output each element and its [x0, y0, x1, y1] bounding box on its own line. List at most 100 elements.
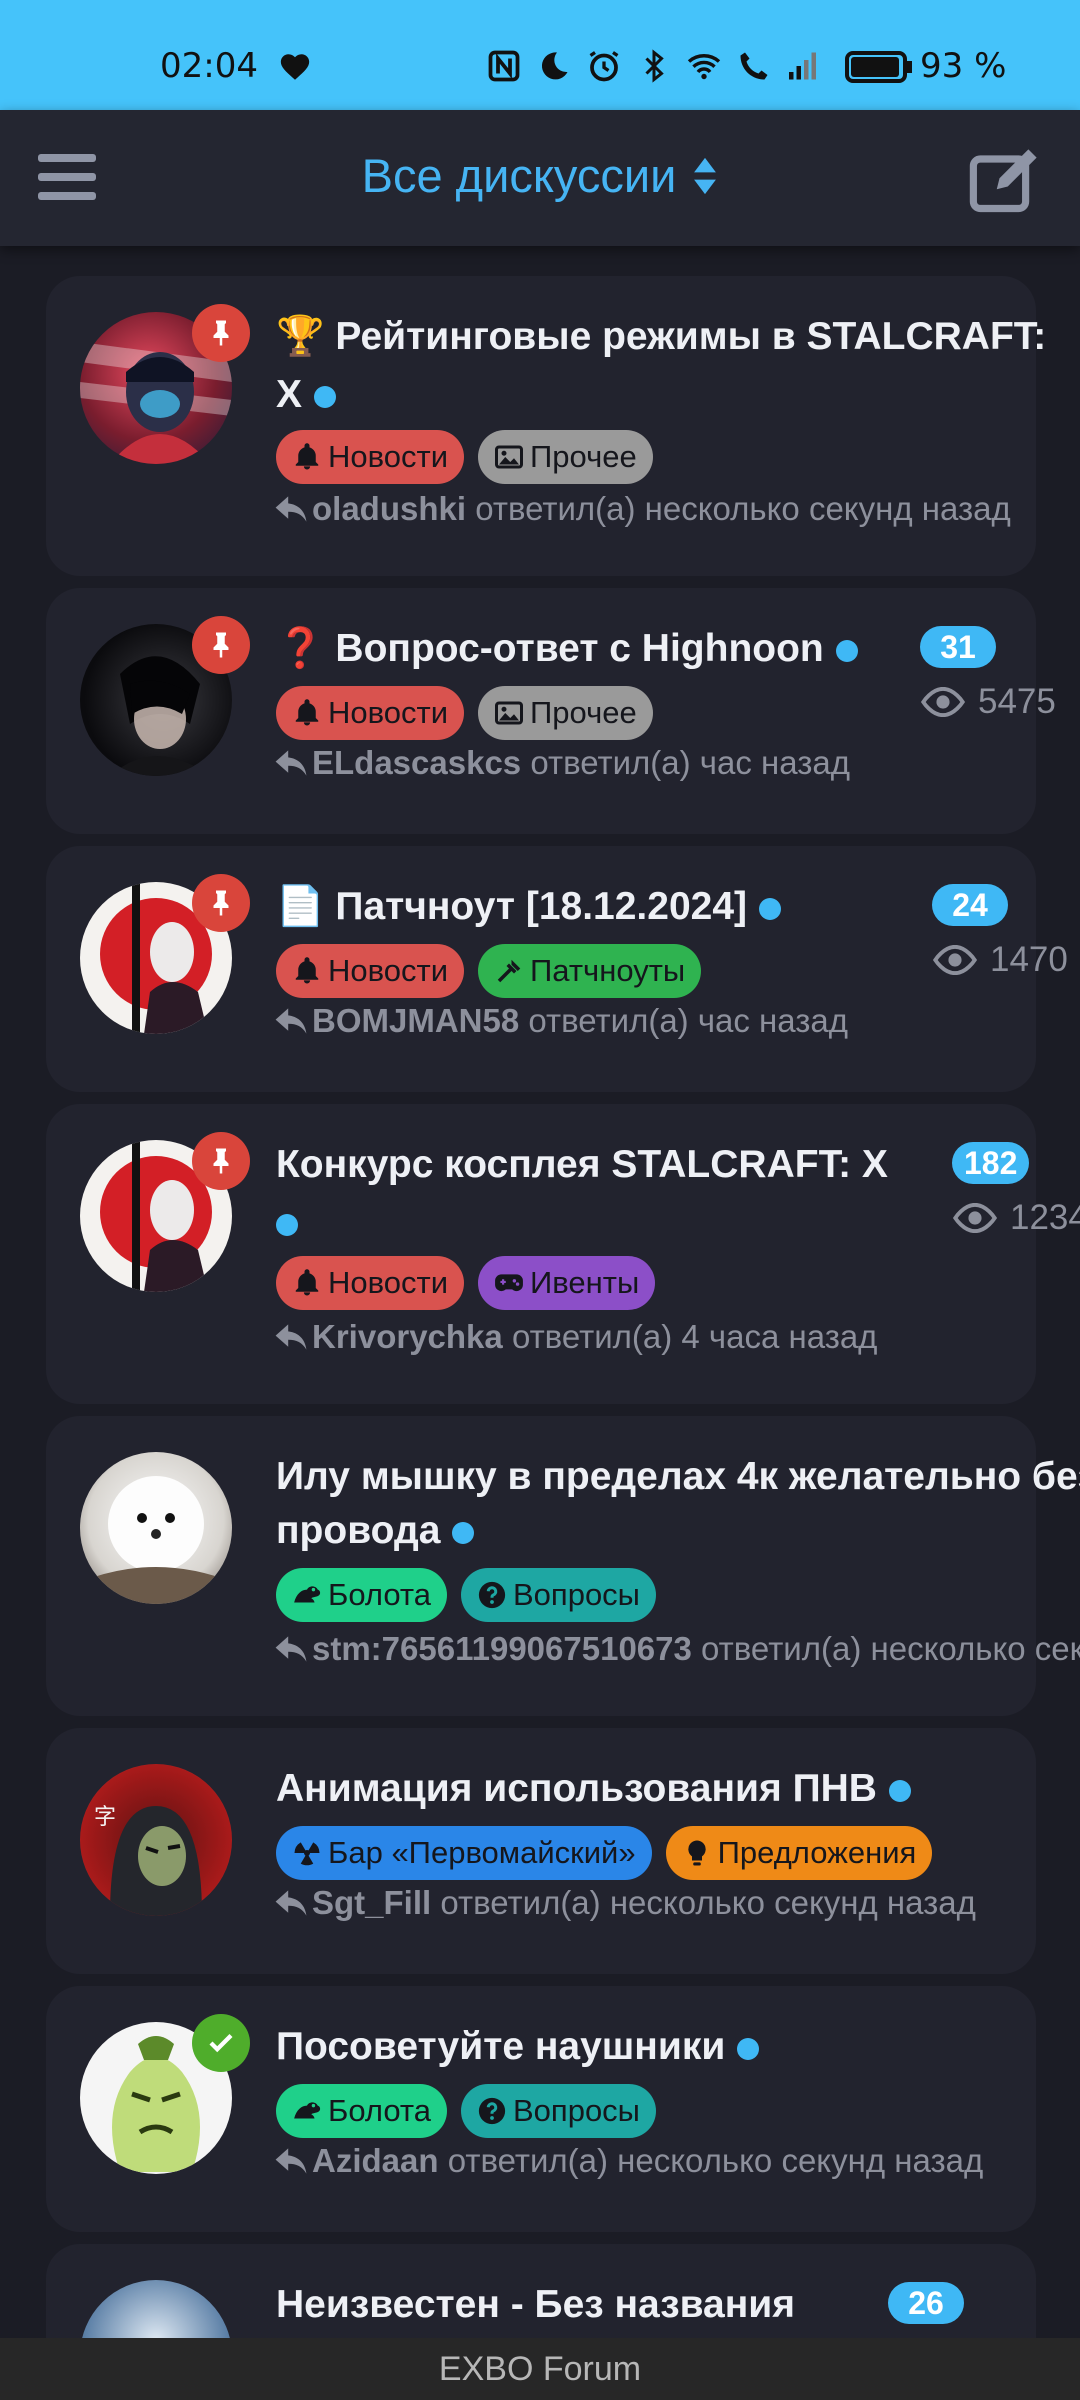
reply-icon — [275, 1636, 307, 1662]
reply-user[interactable]: oladushki — [312, 490, 466, 527]
battery-icon — [845, 51, 912, 83]
last-reply: ELdascaskcs ответил(а) час назад — [274, 744, 850, 782]
view-count: 1234 — [952, 1198, 1080, 1238]
last-reply: stm:76561199067510673 ответил(а) несколь… — [274, 1630, 1080, 1668]
tag-news[interactable]: Новости — [276, 686, 465, 740]
tag-questions[interactable]: Вопросы — [461, 1568, 656, 1622]
pinned-badge — [192, 874, 250, 932]
discussion-item[interactable]: 🏆 Рейтинговые режимы в STALCRAFT: X Ново… — [46, 276, 1046, 576]
frog-icon — [294, 1586, 321, 1603]
tag-swamps[interactable]: Болота — [276, 2084, 447, 2138]
last-reply: Sgt_Fill ответил(а) несколько секунд наз… — [274, 1884, 976, 1922]
wifi-call-icon — [740, 52, 768, 80]
tag-suggestions[interactable]: Предложения — [665, 1826, 933, 1880]
reply-user[interactable]: ELdascaskcs — [312, 744, 521, 781]
solved-badge — [192, 2014, 250, 2072]
bell-icon — [295, 1269, 319, 1296]
alarm-icon — [589, 51, 619, 82]
gamepad-icon — [495, 1274, 523, 1292]
image-icon — [495, 701, 524, 725]
trophy-icon: 🏆 — [276, 315, 325, 358]
reply-icon — [275, 1890, 307, 1916]
reply-icon — [275, 1324, 307, 1350]
reply-user[interactable]: Krivorychka — [312, 1318, 503, 1355]
pinned-badge — [192, 304, 250, 362]
bell-icon — [295, 699, 319, 726]
reply-user[interactable]: stm:76561199067510673 — [312, 1630, 692, 1667]
question-emoji-icon: ❓ — [276, 627, 325, 670]
tag-news[interactable]: Новости — [276, 430, 465, 484]
tag-swamps[interactable]: Болота — [276, 1568, 447, 1622]
pinned-badge — [192, 1132, 250, 1190]
pin-icon — [213, 890, 229, 916]
tag-patchnotes[interactable]: Патчноуты — [478, 944, 702, 998]
unread-line — [276, 1194, 298, 1252]
discussion-list: 🏆 Рейтинговые режимы в STALCRAFT: X Ново… — [46, 276, 1080, 2338]
discussion-title[interactable]: ❓ Вопрос-ответ с Highnoon — [276, 620, 858, 678]
question-icon — [478, 2097, 506, 2125]
view-count: 1470 — [932, 940, 1068, 980]
app-footer: EXBO Forum — [0, 2338, 1080, 2400]
tag-other[interactable]: Прочее — [478, 430, 653, 484]
view-count: 5475 — [920, 682, 1056, 722]
sort-icon — [694, 157, 717, 195]
avatar — [80, 1452, 232, 1604]
discussion-title[interactable]: Конкурс косплея STALCRAFT: X — [276, 1136, 888, 1194]
last-reply: Krivorychka ответил(а) 4 часа назад — [274, 1318, 877, 1356]
discussion-title[interactable]: Посоветуйте наушники — [276, 2018, 760, 2076]
tag-questions[interactable]: Вопросы — [461, 2084, 656, 2138]
last-reply: oladushki ответил(а) несколько секунд на… — [274, 490, 1011, 528]
discussion-title-line2[interactable]: X — [276, 366, 337, 424]
discussion-item[interactable]: Неизвестен - Без названия 26 — [46, 2244, 1036, 2338]
unread-dot — [759, 898, 782, 920]
wifi-icon — [687, 54, 721, 80]
status-bar: 02:04 93 % — [0, 0, 1080, 110]
discussion-item[interactable]: 📄 Патчноут [18.12.2024] Новости Патчноут… — [46, 846, 1068, 1092]
reply-icon — [275, 1008, 307, 1034]
tag-bar[interactable]: Бар «Первомайский» — [276, 1826, 652, 1880]
tag-other[interactable]: Прочее — [478, 686, 653, 740]
bluetooth-icon — [645, 49, 664, 83]
tag-events[interactable]: Ивенты — [478, 1256, 656, 1310]
tag-news[interactable]: Новости — [276, 1256, 465, 1310]
compose-icon[interactable] — [968, 148, 1042, 214]
tools-icon — [497, 959, 521, 983]
eye-icon — [952, 1202, 998, 1234]
discussion-item[interactable]: Конкурс косплея STALCRAFT: X Новости Иве… — [46, 1104, 1080, 1404]
status-time: 02:04 — [160, 46, 258, 86]
pinned-badge — [192, 616, 250, 674]
discussion-item[interactable]: Посоветуйте наушники Болота Вопросы Azid… — [46, 1986, 1036, 2232]
last-reply: BOMJMAN58 ответил(а) час назад — [274, 1002, 848, 1040]
tag-news[interactable]: Новости — [276, 944, 465, 998]
discussion-item[interactable]: Илу мышку в пределах 4к желательно без п… — [46, 1416, 1080, 1716]
reply-count-badge: 182 — [952, 1142, 1030, 1184]
discussion-item[interactable]: 字 Анимация использования ПНВ Бар «Первом… — [46, 1728, 1036, 1974]
discussion-item[interactable]: ❓ Вопрос-ответ с Highnoon Новости Прочее… — [46, 588, 1056, 834]
reply-user[interactable]: Azidaan — [312, 2142, 439, 2179]
reply-count-badge: 24 — [932, 884, 1008, 926]
svg-text:字: 字 — [94, 1805, 116, 1830]
unread-dot — [835, 640, 858, 662]
reply-user[interactable]: Sgt_Fill — [312, 1884, 431, 1921]
check-icon — [209, 2033, 233, 2053]
discussion-title[interactable]: Илу мышку в пределах 4к желательно без — [276, 1448, 1080, 1506]
pin-icon — [213, 1148, 229, 1174]
unread-dot — [888, 1780, 911, 1802]
discussion-title[interactable]: 📄 Патчноут [18.12.2024] — [276, 878, 782, 936]
unread-dot — [276, 1214, 298, 1236]
app-header: Все дискуссии — [0, 110, 1080, 246]
reply-icon — [275, 496, 307, 522]
document-icon: 📄 — [276, 885, 325, 928]
discussion-title-line2[interactable]: провода — [276, 1502, 475, 1560]
reply-user[interactable]: BOMJMAN58 — [312, 1002, 519, 1039]
lightbulb-icon — [687, 1840, 706, 1866]
reply-icon — [275, 2148, 307, 2174]
discussion-title[interactable]: Анимация использования ПНВ — [276, 1760, 911, 1818]
discussion-title[interactable]: 🏆 Рейтинговые режимы в STALCRAFT: — [276, 308, 1046, 366]
battery-percent: 93 % — [920, 46, 1007, 86]
discussion-title[interactable]: Неизвестен - Без названия — [276, 2276, 795, 2334]
pin-icon — [213, 320, 229, 346]
unread-dot — [314, 386, 337, 408]
signal-icon — [789, 52, 816, 80]
discussion-filter[interactable]: Все дискуссии — [0, 148, 1080, 203]
